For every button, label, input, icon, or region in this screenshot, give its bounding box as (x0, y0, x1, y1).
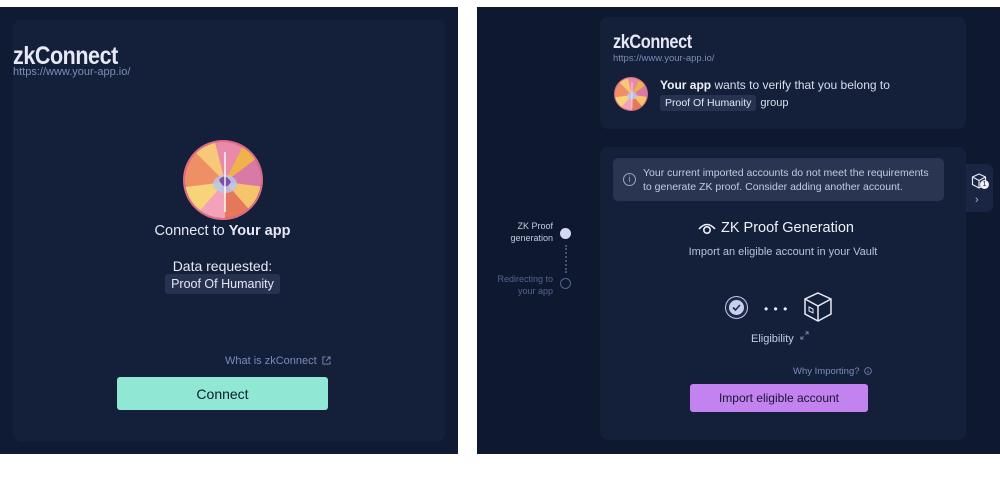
app-name: Your app (228, 223, 291, 239)
progress-dots: • • • (764, 302, 789, 316)
expand-icon[interactable] (800, 331, 809, 340)
app-avatar (183, 140, 263, 220)
vault-side-tab[interactable]: 1 › (966, 164, 993, 212)
eligibility-text: Eligibility (751, 333, 794, 345)
info-icon: i (623, 173, 636, 186)
step-label-line2: generation (510, 233, 553, 243)
step-zk-proof-generation: ZK Proof generation (497, 220, 553, 244)
data-requested-label: Data requested: (172, 258, 273, 274)
zk-proof-title: ZK Proof Generation (721, 220, 854, 236)
step-indicator-pending (560, 278, 571, 289)
why-link-label: Why Importing? (793, 366, 860, 377)
zkconnect-logo: zkConnect (613, 32, 692, 53)
app-name: Your app (660, 78, 712, 92)
group-row: Proof Of Humanity group (660, 95, 789, 111)
app-avatar (614, 77, 648, 111)
vault-box-icon (804, 292, 832, 322)
step-label-line2: your app (517, 286, 553, 296)
step-redirecting: Redirecting to your app (487, 273, 553, 297)
step-connector (565, 245, 567, 273)
check-icon (725, 296, 748, 319)
proof-screen: zkConnect https://www.your-app.io/ Your … (477, 7, 1000, 454)
group-chip: Proof Of Humanity (165, 274, 280, 294)
group-chip-wrap: Proof Of Humanity (0, 274, 445, 294)
step-label-line1: ZK Proof (517, 221, 553, 231)
connect-prefix: Connect to (154, 223, 229, 239)
import-eligible-account-button[interactable]: Import eligible account (690, 384, 868, 412)
info-icon (864, 367, 872, 375)
group-chip: Proof Of Humanity (660, 95, 757, 111)
requirements-warning: i Your current imported accounts do not … (613, 158, 944, 201)
app-url: https://www.your-app.io/ (13, 66, 131, 78)
zk-proof-subtitle: Import an eligible account in your Vault (688, 246, 878, 258)
group-suffix: group (760, 97, 789, 109)
warning-text: Your current imported accounts do not me… (643, 167, 929, 193)
why-importing-link[interactable]: Why Importing? (793, 366, 872, 377)
eye-icon (698, 223, 716, 235)
what-is-zkconnect-link[interactable]: What is zkConnect (225, 355, 331, 367)
connect-button[interactable]: Connect (117, 377, 328, 410)
eligibility-label: Eligibility (751, 331, 809, 345)
app-url: https://www.your-app.io/ (613, 53, 715, 64)
vault-count-badge: 1 (980, 180, 989, 189)
verify-statement: Your app wants to verify that you belong… (660, 78, 890, 92)
what-link-label: What is zkConnect (225, 355, 317, 367)
chevron-right-icon: › (975, 194, 979, 206)
step-label-line1: Redirecting to (497, 274, 553, 284)
verify-text: wants to verify that you belong to (711, 78, 890, 92)
step-indicator-active (560, 228, 571, 239)
connect-screen: zkConnect https://www.your-app.io/ Conne… (0, 7, 458, 454)
connect-heading: Connect to Your app (0, 223, 445, 239)
external-link-icon (322, 356, 331, 365)
